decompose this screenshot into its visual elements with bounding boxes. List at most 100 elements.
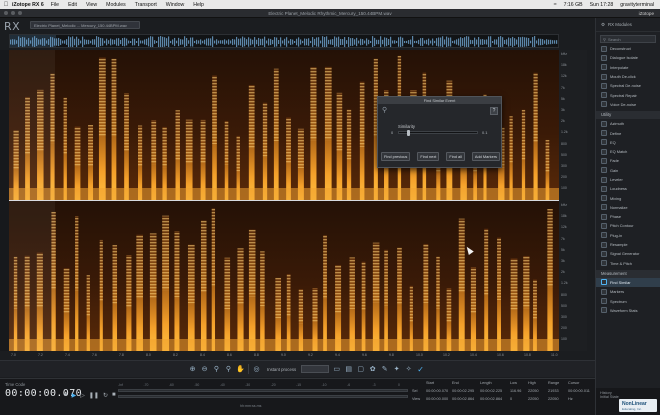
user-name[interactable]: gravityterminal <box>620 2 654 8</box>
repair-item[interactable]: Mouth De-click <box>596 72 660 81</box>
selection-range-value[interactable]: 22050 <box>548 397 559 401</box>
magic-wand-icon[interactable]: ✦ <box>392 365 401 374</box>
utility-item[interactable]: Plug-in <box>596 231 660 240</box>
selection-length-value[interactable]: 00:00:02.225 <box>480 389 502 393</box>
utility-item[interactable]: Leveler <box>596 175 660 184</box>
repair-item[interactable]: Spectral Repair <box>596 90 660 99</box>
measure-item[interactable]: Waveform Stats <box>596 306 660 315</box>
file-tab[interactable]: Electric Planet_Melodic ... Mercury_150.… <box>30 21 140 29</box>
freq-tick-label: 200 <box>561 175 567 180</box>
utility-item[interactable]: Time & Pitch <box>596 259 660 268</box>
utility-item[interactable]: Define <box>596 128 660 137</box>
stop-icon[interactable]: ■ <box>112 392 116 399</box>
selection-range-value[interactable]: 21933 <box>548 389 559 393</box>
zoom-window-icon[interactable] <box>18 11 22 15</box>
utility-item[interactable]: EQ <box>596 138 660 147</box>
similarity-slider[interactable] <box>398 130 478 136</box>
waveform-overview[interactable] <box>9 34 559 48</box>
measure-item[interactable]: Find Similar <box>596 277 660 288</box>
repair-item[interactable]: Dialogue Isolate <box>596 53 660 62</box>
menu-file[interactable]: File <box>51 2 59 8</box>
menu-transport[interactable]: Transport <box>135 2 157 8</box>
menu-view[interactable]: View <box>86 2 97 8</box>
selection-high-value[interactable]: 22050 <box>528 397 539 401</box>
harmonic-lines <box>138 125 143 167</box>
apple-icon[interactable]:  <box>0 2 12 8</box>
measure-item[interactable]: Spectrum <box>596 296 660 305</box>
repair-item[interactable]: Spectral De-noise <box>596 81 660 90</box>
close-window-icon[interactable] <box>4 11 8 15</box>
find-previous-button[interactable]: Find previous <box>381 152 411 161</box>
instant-process-select[interactable] <box>301 365 330 373</box>
utility-item[interactable]: Fade <box>596 156 660 165</box>
utility-item[interactable]: Azimuth <box>596 119 660 128</box>
selection-end-value[interactable]: 00:00:02.864 <box>452 397 474 401</box>
checkmark-icon[interactable]: ✓ <box>416 365 425 374</box>
add-markers-button[interactable]: Add Markers <box>471 152 500 161</box>
utility-item[interactable]: Signal Generator <box>596 249 660 258</box>
meter-scale-label: -40 <box>219 383 225 387</box>
repair-item[interactable]: Deconstruct <box>596 44 660 53</box>
menu-help[interactable]: Help <box>193 2 204 8</box>
utility-item[interactable]: Phase <box>596 212 660 221</box>
menu-app-name[interactable]: iZotope RX 6 <box>12 2 44 8</box>
selection-end-value[interactable]: 00:00:02.295 <box>452 389 474 393</box>
zoom-selection-icon[interactable]: ⚲ <box>212 365 221 374</box>
play-icon[interactable]: ▶ <box>72 392 77 399</box>
loop-icon[interactable]: ↻ <box>103 392 108 399</box>
utility-item[interactable]: Loudness <box>596 184 660 193</box>
utility-item[interactable]: Normalize <box>596 203 660 212</box>
repair-item[interactable]: Interpolate <box>596 63 660 72</box>
headphones-icon[interactable]: ◎ <box>252 365 261 374</box>
time-frequency-selection-icon[interactable]: ▢ <box>356 365 365 374</box>
pause-icon[interactable]: ❚❚ <box>89 392 99 399</box>
utility-item[interactable]: Gain <box>596 166 660 175</box>
measure-item[interactable]: Markers <box>596 287 660 296</box>
selection-low-value[interactable]: 0 <box>510 397 512 401</box>
selection-high-value[interactable]: 22050 <box>528 389 539 393</box>
utility-item[interactable]: Pitch Contour <box>596 221 660 230</box>
time-tick-label: 10.8 <box>524 353 531 357</box>
play-selection-icon[interactable]: ▷ <box>80 392 85 399</box>
find-all-button[interactable]: Find all <box>446 152 465 161</box>
selection-length-value[interactable]: 00:00:02.864 <box>480 397 502 401</box>
lasso-icon[interactable]: ✿ <box>368 365 377 374</box>
utility-item[interactable]: EQ Match <box>596 147 660 156</box>
selection-low-value[interactable]: 116.96 <box>510 389 521 393</box>
harmonic-wand-icon[interactable]: ✧ <box>404 365 413 374</box>
module-search[interactable]: ⚲ Search <box>600 35 656 43</box>
vertical-zoom-strip[interactable] <box>0 50 9 351</box>
repair-item[interactable]: Voice De-noise <box>596 100 660 109</box>
utility-section-header[interactable]: Utility <box>596 111 660 120</box>
selection-start-value[interactable]: 00:00:00.070 <box>426 389 448 393</box>
similarity-slider-handle[interactable] <box>406 130 410 136</box>
clock[interactable]: Sun 17:28 <box>590 2 614 8</box>
measurement-section-header[interactable]: Measurement <box>596 269 660 278</box>
menu-edit[interactable]: Edit <box>68 2 77 8</box>
selection-cursor-value[interactable]: 00:00:00.011 <box>568 389 590 393</box>
meter-scale-label: -6 <box>347 383 351 387</box>
time-tick-label: 7.4 <box>65 353 70 357</box>
find-next-button[interactable]: Find next <box>417 152 440 161</box>
utility-item[interactable]: Mixing <box>596 193 660 202</box>
wifi-icon[interactable]: ≈ <box>554 2 557 8</box>
hand-tool-icon[interactable]: ✋ <box>236 365 245 374</box>
zoom-in-icon[interactable]: ⊕ <box>188 365 197 374</box>
utility-module-list: Azimuth Define EQ EQ Match Fade Gain Leveler Lo… <box>596 119 660 268</box>
utility-item[interactable]: Resample <box>596 240 660 249</box>
brush-icon[interactable]: ✎ <box>380 365 389 374</box>
zoom-out-icon[interactable]: ⊖ <box>200 365 209 374</box>
minimize-window-icon[interactable] <box>11 11 15 15</box>
time-selection-icon[interactable]: ▭ <box>332 365 341 374</box>
zoom-fit-icon[interactable]: ⚲ <box>224 365 233 374</box>
dialog-title[interactable]: Find Similar Event <box>378 97 501 104</box>
selection-cursor-value[interactable]: Hz <box>568 397 573 401</box>
frequency-selection-icon[interactable]: ▤ <box>344 365 353 374</box>
record-icon[interactable]: ● <box>64 392 68 399</box>
selection-start-value[interactable]: 00:00:00.000 <box>426 397 448 401</box>
time-tick-label: 10.4 <box>470 353 477 357</box>
help-button[interactable]: ? <box>490 107 498 115</box>
menu-modules[interactable]: Modules <box>106 2 126 8</box>
menu-window[interactable]: Window <box>166 2 184 8</box>
module-label: Define <box>610 130 622 136</box>
